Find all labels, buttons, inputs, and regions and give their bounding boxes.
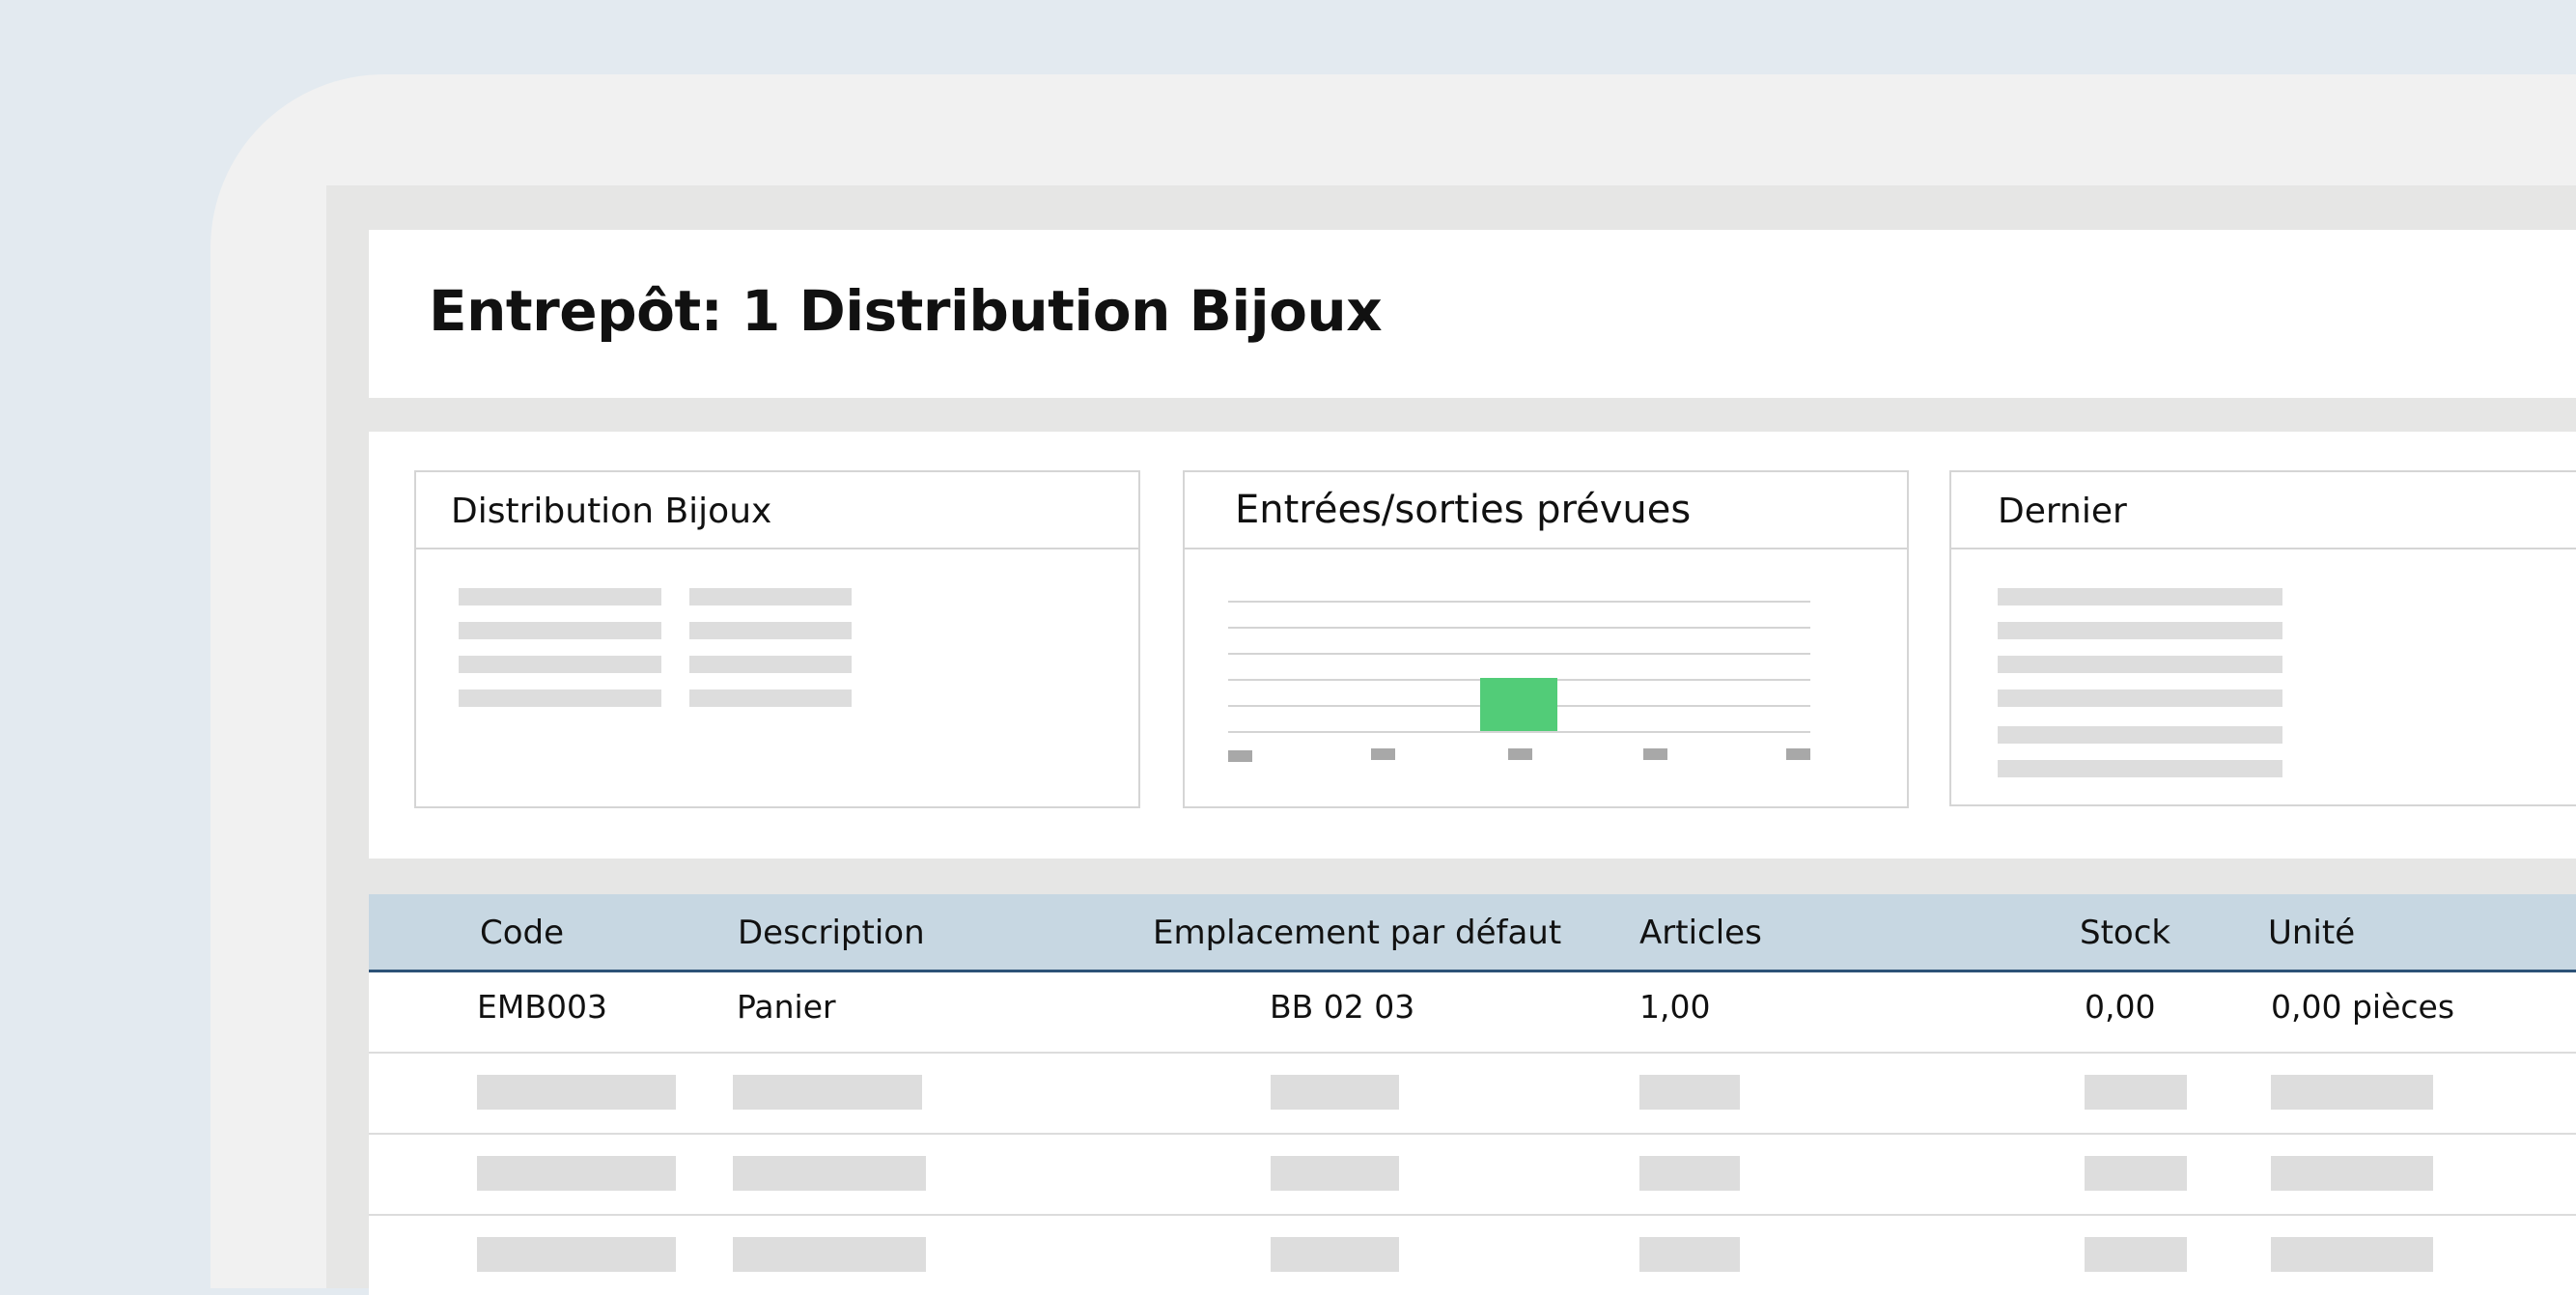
placeholder-cell (1271, 1156, 1399, 1191)
cell-code: EMB003 (477, 988, 607, 1026)
placeholder-cell (1271, 1075, 1399, 1110)
card-header: Dernier (1951, 472, 2576, 549)
card-movements[interactable]: Entrées/sorties prévues (1183, 470, 1909, 808)
title-bar: Entrepôt: 1 Distribution Bijoux (369, 230, 2576, 398)
table-row[interactable] (369, 1054, 2576, 1135)
placeholder-cell (2271, 1156, 2433, 1191)
placeholder-cell (733, 1075, 922, 1110)
card-title: Entrées/sorties prévues (1235, 488, 1692, 532)
table-row[interactable] (369, 1135, 2576, 1216)
card-header: Entrées/sorties prévues (1185, 472, 1907, 549)
column-header-articles[interactable]: Articles (1639, 914, 1762, 952)
page-title: Entrepôt: 1 Distribution Bijoux (429, 278, 1383, 344)
chart-gridline (1228, 731, 1810, 733)
column-header-unit[interactable]: Unité (2268, 914, 2355, 952)
table-header: Code Description Emplacement par défaut … (369, 894, 2576, 972)
placeholder-line (1998, 588, 2282, 605)
placeholder-cell (1639, 1156, 1740, 1191)
column-header-location[interactable]: Emplacement par défaut (1153, 914, 1561, 952)
placeholder-line (1998, 726, 2282, 744)
card-title: Dernier (1998, 492, 2127, 531)
placeholder-line (1998, 656, 2282, 673)
cards-area: Distribution Bijoux Entrées/sorties prév… (369, 432, 2576, 859)
chart-tick-label (1508, 748, 1532, 760)
placeholder-cell (477, 1237, 676, 1272)
placeholder-line (689, 588, 852, 605)
column-header-description[interactable]: Description (738, 914, 925, 952)
warehouse-table: Code Description Emplacement par défaut … (369, 894, 2576, 1295)
placeholder-cell (1271, 1237, 1399, 1272)
placeholder-line (1998, 690, 2282, 707)
placeholder-cell (733, 1156, 926, 1191)
placeholder-cell (477, 1075, 676, 1110)
column-header-stock[interactable]: Stock (2080, 914, 2170, 952)
placeholder-line (459, 622, 661, 639)
table-row[interactable] (369, 1216, 2576, 1295)
chart-gridline (1228, 627, 1810, 629)
cell-unit: 0,00 pièces (2271, 988, 2455, 1026)
placeholder-cell (1639, 1237, 1740, 1272)
chart-tick-label (1228, 750, 1252, 762)
placeholder-line (689, 656, 852, 673)
placeholder-cell (2085, 1156, 2187, 1191)
placeholder-line (689, 622, 852, 639)
placeholder-line (459, 588, 661, 605)
card-title: Distribution Bijoux (451, 492, 772, 531)
cell-location: BB 02 03 (1270, 988, 1415, 1026)
placeholder-line (459, 656, 661, 673)
placeholder-cell (2271, 1237, 2433, 1272)
placeholder-cell (2085, 1075, 2187, 1110)
card-header: Distribution Bijoux (416, 472, 1138, 549)
placeholder-cell (2085, 1237, 2187, 1272)
placeholder-line (459, 690, 661, 707)
cell-description: Panier (737, 988, 836, 1026)
placeholder-line (1998, 622, 2282, 639)
card-last[interactable]: Dernier (1949, 470, 2576, 806)
chart-tick-label (1643, 748, 1667, 760)
card-distribution[interactable]: Distribution Bijoux (414, 470, 1140, 808)
chart-gridline (1228, 601, 1810, 603)
placeholder-cell (477, 1156, 676, 1191)
placeholder-line (689, 690, 852, 707)
chart-gridline (1228, 653, 1810, 655)
table-row[interactable]: EMB003 Panier BB 02 03 1,00 0,00 0,00 pi… (369, 972, 2576, 1054)
cell-stock: 0,00 (2085, 988, 2156, 1026)
cell-articles: 1,00 (1639, 988, 1711, 1026)
placeholder-cell (733, 1237, 926, 1272)
column-header-code[interactable]: Code (480, 914, 564, 952)
placeholder-line (1998, 760, 2282, 777)
placeholder-cell (1639, 1075, 1740, 1110)
chart-bar (1480, 678, 1557, 731)
chart-tick-label (1371, 748, 1395, 760)
placeholder-cell (2271, 1075, 2433, 1110)
chart-tick-label (1786, 748, 1810, 760)
